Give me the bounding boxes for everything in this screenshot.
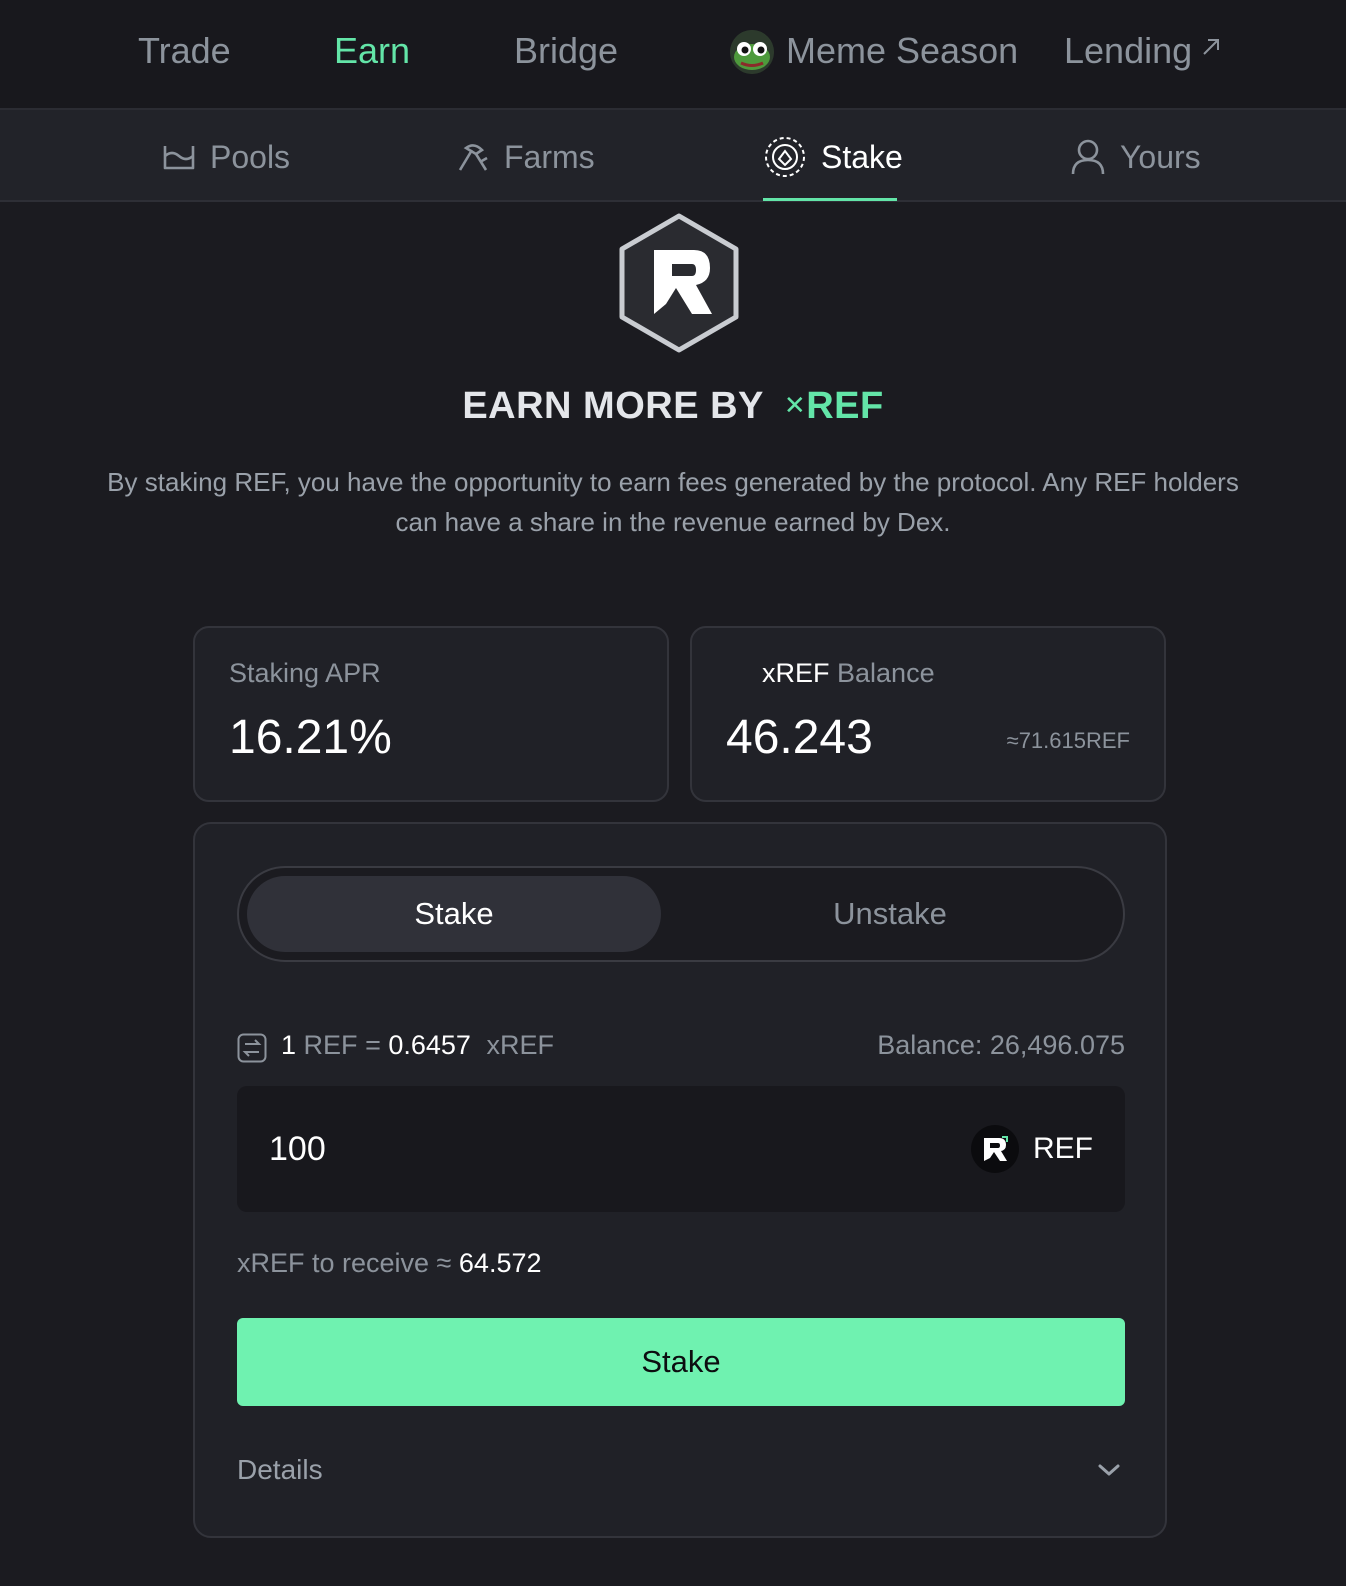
pools-icon bbox=[163, 146, 195, 170]
tab-yours[interactable]: Yours bbox=[1070, 134, 1201, 180]
rate-ref: REF bbox=[303, 1030, 358, 1060]
nav-trade[interactable]: Trade bbox=[138, 28, 231, 74]
x-mark-icon: ✕ bbox=[783, 390, 807, 420]
staking-apr-label: Staking APR bbox=[229, 658, 381, 688]
token-symbol: REF bbox=[1033, 1132, 1093, 1165]
xref-balance-token: xREF bbox=[762, 658, 830, 688]
unstake-tab[interactable]: Unstake bbox=[683, 876, 1097, 952]
stake-icon bbox=[765, 137, 805, 177]
xref-balance-card: xREF Balance 46.243 ≈71.615REF bbox=[690, 626, 1166, 802]
exchange-rate: 1 REF = 0.6457 xREF bbox=[281, 1030, 554, 1061]
top-nav: Trade Earn Bridge Meme Season Lending bbox=[0, 0, 1346, 110]
ref-balance: Balance: 26,496.075 bbox=[877, 1030, 1125, 1060]
tab-stake-label: Stake bbox=[821, 138, 903, 175]
hero-title-token: REF bbox=[806, 385, 884, 427]
ref-logo bbox=[619, 213, 739, 353]
token-selector[interactable]: REF bbox=[971, 1124, 1093, 1174]
xref-balance-word: Balance bbox=[837, 658, 935, 688]
details-toggle[interactable]: Details bbox=[237, 1454, 1125, 1494]
chevron-down-icon bbox=[1098, 1464, 1120, 1476]
tab-yours-label: Yours bbox=[1120, 138, 1201, 175]
nav-bridge[interactable]: Bridge bbox=[514, 28, 618, 74]
tab-farms[interactable]: Farms bbox=[456, 134, 595, 180]
earn-sub-nav: Pools Farms Stake Yours bbox=[0, 110, 1346, 202]
rate-xref: xREF bbox=[486, 1030, 554, 1060]
tab-pools-label: Pools bbox=[210, 138, 291, 175]
rate-eq: = bbox=[365, 1030, 381, 1060]
nav-earn[interactable]: Earn bbox=[334, 28, 410, 74]
nav-lending[interactable]: Lending bbox=[1064, 28, 1192, 74]
farms-icon bbox=[458, 144, 488, 171]
stake-panel: Stake Unstake 1 REF = 0.6457 xREF Balanc… bbox=[193, 822, 1167, 1538]
rate-value: 0.6457 bbox=[388, 1030, 471, 1060]
stake-unstake-toggle: Stake Unstake bbox=[237, 866, 1125, 962]
rate-one: 1 bbox=[281, 1030, 297, 1060]
amount-box: REF bbox=[237, 1086, 1125, 1212]
hero-title: EARN MORE BY ✕REF bbox=[0, 385, 1346, 428]
nav-meme-season[interactable]: Meme Season bbox=[786, 28, 1018, 74]
xref-balance-approx: ≈71.615REF bbox=[1006, 728, 1130, 753]
exchange-rate-row: 1 REF = 0.6457 xREF Balance: 26,496.075 bbox=[237, 1030, 1125, 1066]
tab-farms-label: Farms bbox=[504, 138, 595, 175]
details-label: Details bbox=[237, 1454, 323, 1485]
hero-description: By staking REF, you have the opportunity… bbox=[107, 467, 1239, 537]
swap-rate-icon[interactable] bbox=[237, 1033, 267, 1063]
stake-tab[interactable]: Stake bbox=[247, 876, 661, 952]
amount-input[interactable] bbox=[269, 1122, 869, 1176]
receive-label: xREF to receive ≈ bbox=[237, 1248, 452, 1278]
stake-button[interactable]: Stake bbox=[237, 1318, 1125, 1406]
xref-balance-label: xREF Balance bbox=[762, 658, 935, 689]
receive-estimate: xREF to receive ≈ 64.572 bbox=[237, 1248, 542, 1279]
frog-avatar-icon[interactable] bbox=[730, 30, 774, 74]
staking-apr-card: Staking APR 16.21% bbox=[193, 626, 669, 802]
staking-apr-value: 16.21% bbox=[229, 711, 392, 764]
active-tab-indicator bbox=[763, 198, 897, 201]
user-icon bbox=[1071, 139, 1105, 175]
tab-stake[interactable]: Stake bbox=[763, 134, 903, 180]
tab-pools[interactable]: Pools bbox=[162, 134, 290, 180]
external-arrow-icon bbox=[1203, 39, 1219, 55]
xref-balance-value: 46.243 bbox=[726, 711, 873, 764]
ref-token-icon bbox=[971, 1125, 1019, 1173]
hero-title-prefix: EARN MORE BY bbox=[462, 385, 764, 427]
receive-value: 64.572 bbox=[458, 1248, 542, 1278]
